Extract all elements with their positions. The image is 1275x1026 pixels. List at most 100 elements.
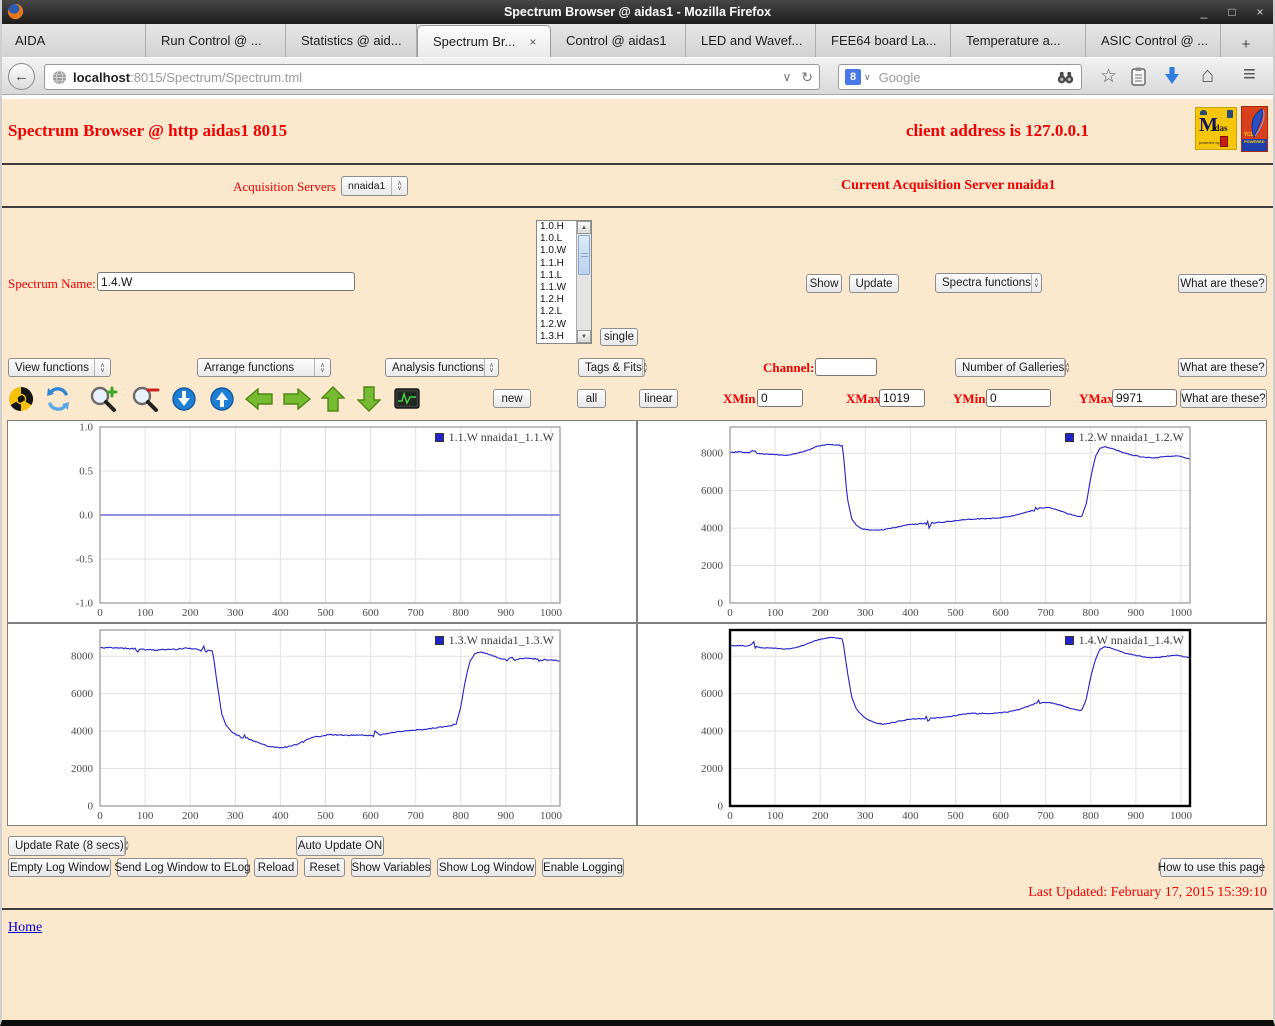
show-log-window-button[interactable]: Show Log Window	[437, 858, 536, 877]
spectrum-name-input[interactable]	[97, 272, 355, 291]
chart-panel-1-2-w[interactable]: 0100200300400500600700800900100002000400…	[637, 420, 1267, 623]
spectra-functions-select[interactable]: Spectra functions ∧∨	[935, 273, 1042, 293]
close-icon[interactable]: ×	[1253, 5, 1267, 19]
spectrum-list-items[interactable]: 1.0.H1.0.L1.0.W1.1.H1.1.L1.1.W1.2.H1.2.L…	[537, 221, 576, 343]
chart-legend: 1.3.W nnaida1_1.3.W	[435, 633, 554, 648]
update-button[interactable]: Update	[849, 274, 899, 293]
tab-led-waveform[interactable]: LED and Wavef...	[686, 24, 816, 57]
list-item[interactable]: 1.0.L	[537, 233, 576, 245]
list-item[interactable]: 1.0.H	[537, 221, 576, 233]
scrollbar-thumb[interactable]	[578, 235, 590, 275]
list-item[interactable]: 1.1.L	[537, 270, 576, 282]
arrange-functions-select[interactable]: Arrange functions ∧∨	[197, 358, 331, 377]
xmin-input[interactable]	[757, 389, 803, 407]
zoom-out-icon[interactable]	[130, 386, 160, 413]
reset-button[interactable]: Reset	[304, 858, 345, 877]
linear-button[interactable]: linear	[639, 389, 678, 408]
download-arrow-icon[interactable]	[1163, 66, 1181, 86]
ymax-input[interactable]	[1112, 389, 1177, 407]
search-bar[interactable]: 8 ∨ Google	[838, 64, 1082, 90]
clipboard-icon[interactable]	[1131, 67, 1146, 86]
pan-right-icon[interactable]	[283, 388, 311, 410]
how-to-use-button[interactable]: How to use this page	[1160, 858, 1263, 877]
what-are-these-button-1[interactable]: What are these?	[1178, 274, 1267, 293]
list-item[interactable]: 1.2.W	[537, 319, 576, 331]
tcl-logo[interactable]: TCL POWERED	[1241, 106, 1268, 152]
divider	[0, 908, 1275, 910]
reload-button[interactable]: Reload	[254, 858, 298, 877]
search-dropdown-icon[interactable]: ∨	[864, 72, 871, 83]
url-bar[interactable]: localhost:8015/Spectrum/Spectrum.tml ∨ ↻	[44, 64, 820, 90]
chart-panel-1-1-w[interactable]: 01002003004005006007008009001000-1.0-0.5…	[7, 420, 637, 623]
new-button[interactable]: new	[493, 389, 531, 408]
number-of-galleries-select[interactable]: Number of Galleries ∧∨	[955, 358, 1066, 377]
list-item[interactable]: 1.2.H	[537, 294, 576, 306]
svg-text:700: 700	[1037, 810, 1054, 822]
select-spinner-icon: ∧∨	[1031, 274, 1041, 292]
new-tab-button[interactable]: +	[1229, 31, 1263, 57]
analysis-functions-select[interactable]: Analysis functions ∧∨	[385, 358, 499, 377]
tab-statistics[interactable]: Statistics @ aid...	[286, 24, 417, 57]
list-item[interactable]: 1.1.H	[537, 258, 576, 270]
list-item[interactable]: 1.3.H	[537, 331, 576, 343]
acquisition-server-select[interactable]: nnaida1 ∧∨	[341, 176, 408, 196]
radiation-icon[interactable]	[8, 386, 34, 412]
list-item[interactable]: 1.0.W	[537, 245, 576, 257]
xmax-input[interactable]	[879, 389, 925, 407]
scroll-up-icon[interactable]: ▲	[577, 221, 591, 234]
channel-input[interactable]	[815, 358, 877, 376]
home-link[interactable]: Home	[8, 920, 42, 936]
minimize-icon[interactable]: _	[1197, 5, 1211, 19]
back-button[interactable]: ←	[8, 63, 35, 90]
tab-run-control[interactable]: Run Control @ ...	[146, 24, 286, 57]
scroll-down-icon[interactable]: ▼	[577, 330, 591, 343]
expand-y-icon[interactable]	[210, 387, 234, 411]
reload-icon[interactable]: ↻	[801, 69, 813, 86]
send-log-to-elog-button[interactable]: Send Log Window to ELog	[117, 858, 248, 877]
what-are-these-button-3[interactable]: What are these?	[1180, 389, 1267, 408]
svg-text:500: 500	[947, 607, 964, 619]
compress-y-icon[interactable]	[172, 387, 196, 411]
search-engine-icon[interactable]: 8	[845, 69, 861, 85]
zoom-in-icon[interactable]	[88, 386, 118, 413]
list-item[interactable]: 1.2.L	[537, 306, 576, 318]
tab-spectrum-browser[interactable]: Spectrum Br... ×	[417, 25, 551, 57]
tab-control[interactable]: Control @ aidas1	[551, 24, 686, 57]
menu-icon[interactable]: ≡	[1243, 61, 1256, 87]
update-rate-select[interactable]: Update Rate (8 secs) ∧∨	[8, 836, 126, 856]
tags-fits-select[interactable]: Tags & Fits ∧∨	[578, 358, 645, 377]
bookmark-star-icon[interactable]: ☆	[1100, 65, 1117, 88]
refresh-icon[interactable]	[45, 386, 71, 412]
tab-aida[interactable]: AIDA	[0, 24, 146, 57]
tab-asic-control[interactable]: ASIC Control @ ...	[1086, 24, 1221, 57]
pan-up-icon[interactable]	[321, 386, 345, 412]
tab-temperature[interactable]: Temperature a...	[951, 24, 1086, 57]
pan-left-icon[interactable]	[245, 388, 273, 410]
midas-logo[interactable]: M idas powered by	[1195, 107, 1237, 150]
single-button[interactable]: single	[600, 328, 638, 346]
view-functions-select[interactable]: View functions ∧∨	[8, 358, 111, 377]
chart-panel-1-3-w[interactable]: 0100200300400500600700800900100002000400…	[7, 623, 637, 826]
ymin-input[interactable]	[986, 389, 1051, 407]
list-scrollbar[interactable]: ▲ ▼	[576, 221, 591, 343]
maximize-icon[interactable]: □	[1225, 5, 1239, 19]
spectrum-list[interactable]: 1.0.H1.0.L1.0.W1.1.H1.1.L1.1.W1.2.H1.2.L…	[536, 220, 592, 344]
pan-down-icon[interactable]	[357, 386, 381, 412]
show-variables-button[interactable]: Show Variables	[351, 858, 431, 877]
list-item[interactable]: 1.1.W	[537, 282, 576, 294]
tab-close-icon[interactable]: ×	[529, 35, 536, 49]
chart-panel-1-4-w[interactable]: 0100200300400500600700800900100002000400…	[637, 623, 1267, 826]
oscilloscope-icon[interactable]	[394, 388, 420, 409]
svg-text:1.0: 1.0	[79, 422, 93, 434]
home-icon[interactable]: ⌂	[1201, 62, 1214, 88]
binoculars-icon[interactable]	[1057, 70, 1074, 85]
what-are-these-button-2[interactable]: What are these?	[1178, 358, 1267, 377]
show-button[interactable]: Show	[806, 274, 842, 293]
empty-log-window-button[interactable]: Empty Log Window	[8, 858, 111, 877]
enable-logging-button[interactable]: Enable Logging	[542, 858, 624, 877]
tab-fee64[interactable]: FEE64 board La...	[816, 24, 951, 57]
scroll-track[interactable]	[577, 276, 591, 330]
auto-update-button[interactable]: Auto Update ON	[296, 836, 384, 856]
url-dropdown-icon[interactable]: ∨	[782, 70, 791, 84]
all-button[interactable]: all	[577, 389, 606, 408]
